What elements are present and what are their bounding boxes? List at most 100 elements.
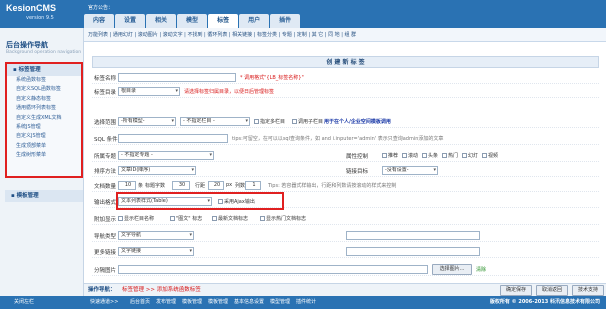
column-select[interactable]: - 不指定栏目 - (180, 117, 250, 126)
sql-input[interactable] (118, 134, 228, 143)
special-select[interactable]: - 不指定专题 - (118, 151, 214, 160)
cols-label: 列数 (235, 183, 246, 189)
select-range-label: 选择范围 (94, 120, 117, 126)
attr-video[interactable]: 视频 (482, 152, 498, 159)
checkbox[interactable] (462, 153, 467, 158)
sidebar-item-custom-static[interactable]: 自定义静态标签 (7, 95, 81, 104)
model-select[interactable]: -所有模型- (118, 117, 176, 126)
sidebar-group-tags: ▪ 标签管理 系统函数标签 自定义SQL函数标签 自定义静态标签 通用循环列表标… (5, 62, 83, 178)
location-path: 标签管理 >> 添加系统函数标签 (122, 287, 201, 293)
main-tabs: 内容 设置 相关 模型 标签 用户 插件 (84, 14, 301, 28)
attr-scroll[interactable]: 滚动 (402, 152, 418, 159)
checkbox[interactable] (482, 153, 487, 158)
location-label: 操作导航： (88, 287, 116, 293)
specify-multi-option[interactable]: 指定多栏目 (254, 118, 285, 125)
num-label: 文档数量 (94, 184, 117, 190)
cols-input[interactable]: 1 (245, 181, 261, 190)
cancel-button[interactable]: 取消返回 (536, 285, 568, 296)
sidebar-item-top-menu[interactable]: 生成顶部菜单 (7, 142, 81, 151)
tag-dir-select[interactable]: 根目录 (118, 87, 180, 96)
num-unit: 条 (138, 183, 144, 189)
footer-link-basic[interactable]: 基本信息设置 (234, 296, 264, 309)
checkbox[interactable] (260, 216, 265, 221)
sidebar-item-tree-menu[interactable]: 生成树形菜单 (7, 151, 81, 160)
sidebar-group-title[interactable]: ▪ 标签管理 (7, 64, 81, 76)
form-title: 创 建 新 标 签 (92, 56, 599, 68)
attr-recommend[interactable]: 推荐 (382, 152, 398, 159)
row-tag-dir: 标签目录 根目录 请选择标签归属目录，以便日后管理标签 (92, 84, 599, 98)
extra-show-column[interactable]: 显示栏目名称 (118, 215, 154, 222)
divider-label: 分隔图片 (94, 268, 117, 274)
output-label: 输出格式 (94, 200, 117, 206)
sidebar-item-custom-sql[interactable]: 自定义SQL函数标签 (7, 85, 81, 94)
footer-link-template2[interactable]: 模板管理 (208, 296, 228, 309)
row-sql: SQL 条件 tips:可留空，在可以以sql查询条件，如 and i.inpu… (92, 131, 599, 145)
tab-plugins[interactable]: 插件 (270, 14, 301, 28)
row-height-label: 行距 (195, 183, 206, 189)
footer-link-home[interactable]: 后台首页 (130, 296, 150, 309)
divider-input[interactable] (118, 265, 428, 274)
link-select[interactable]: -没有设置- (382, 166, 438, 175)
checkbox[interactable] (292, 119, 297, 124)
row-height-input[interactable]: 20 (208, 181, 224, 190)
app-logo: KesionCMS (6, 3, 57, 13)
attr-slide[interactable]: 幻灯 (462, 152, 478, 159)
close-sidebar-link[interactable]: 关闭左栏 (14, 296, 34, 309)
extra-hot-flag[interactable]: 显示热门文档标志 (260, 215, 306, 222)
action-bar: 操作导航： 标签管理 >> 添加系统函数标签 确定保存 取消返回 技术支持 (84, 283, 606, 296)
footer-link-publish[interactable]: 发布管理 (156, 296, 176, 309)
title-len-input[interactable]: 30 (172, 181, 190, 190)
nav-input[interactable] (346, 231, 480, 240)
sidebar-item-custom-js[interactable]: 自定义JS管理 (7, 132, 81, 141)
checkbox[interactable] (382, 153, 387, 158)
save-button[interactable]: 确定保存 (500, 285, 532, 296)
sidebar-item-loop-list[interactable]: 通用循环列表标签 (7, 104, 81, 113)
sort-label: 排序方法 (94, 169, 117, 175)
checkbox[interactable] (402, 153, 407, 158)
tab-users[interactable]: 用户 (239, 14, 270, 28)
extra-label: 附加显示 (94, 217, 117, 223)
attr-hot[interactable]: 热门 (442, 152, 458, 159)
checkbox[interactable] (442, 153, 447, 158)
tab-related[interactable]: 相关 (146, 14, 177, 28)
tab-model[interactable]: 模型 (177, 14, 208, 28)
copyright: 版权所有 © 2006-2013 科汛信息技术有限公司 (489, 299, 600, 305)
sidebar-item-xml[interactable]: 自定义生成XML文档 (7, 114, 81, 123)
more-select[interactable]: 文字链接 (118, 247, 194, 256)
tab-tags[interactable]: 标签 (208, 14, 239, 28)
tag-name-input[interactable] (118, 73, 236, 82)
attr-headline[interactable]: 头条 (422, 152, 438, 159)
checkbox[interactable] (118, 216, 123, 221)
row-height-unit: px (226, 182, 233, 188)
checkbox[interactable] (170, 216, 175, 221)
sort-select[interactable]: 文章ID(降序) (118, 166, 196, 175)
row-numbers: 文档数量 10 条 标题字数 30 行距 20 px 列数 1 Tips: 若容… (92, 179, 599, 192)
footer-link-plugin[interactable]: 插件统计 (296, 296, 316, 309)
cols-hint: Tips: 若容器式样输出，行距和列数请按滚动的样式来控制 (268, 183, 397, 189)
nav-select[interactable]: 文字导航 (118, 231, 194, 240)
official-notice[interactable]: 官方公告： (88, 4, 113, 11)
highlight-box (116, 192, 284, 210)
checkbox[interactable] (254, 119, 259, 124)
sidebar-group-templates[interactable]: ▪ 模板管理 (5, 190, 83, 202)
num-input[interactable]: 10 (118, 181, 136, 190)
tag-name-label: 标签名称 (94, 76, 117, 82)
checkbox[interactable] (212, 216, 217, 221)
more-input[interactable] (346, 247, 480, 256)
footer-link-model[interactable]: 模型管理 (270, 296, 290, 309)
attr-label: 属性控制 (346, 154, 369, 160)
sidebar-item-system-function[interactable]: 系统函数标签 (7, 76, 81, 85)
tag-dir-hint: 请选择标签归属目录，以便日后管理标签 (184, 89, 275, 95)
tab-settings[interactable]: 设置 (115, 14, 146, 28)
clear-link[interactable]: 清除 (476, 266, 486, 273)
include-sub-option[interactable]: 调用子栏目 (292, 118, 323, 125)
checkbox[interactable] (422, 153, 427, 158)
extra-image-flag[interactable]: "图文" 标志 (170, 215, 202, 222)
sidebar-item-system-js[interactable]: 系统JS管理 (7, 123, 81, 132)
footer-link-template[interactable]: 模板管理 (182, 296, 202, 309)
choose-image-button[interactable]: 选择图片... (432, 264, 472, 275)
extra-new-flag[interactable]: 最新文档标志 (212, 215, 248, 222)
tag-subnav[interactable]: 万能列表 | 通用幻灯 | 滚动图片 | 滚动文字 | 不找到 | 循环列表 |… (84, 28, 606, 42)
tab-content[interactable]: 内容 (84, 14, 115, 28)
support-button[interactable]: 技术支持 (572, 285, 604, 296)
